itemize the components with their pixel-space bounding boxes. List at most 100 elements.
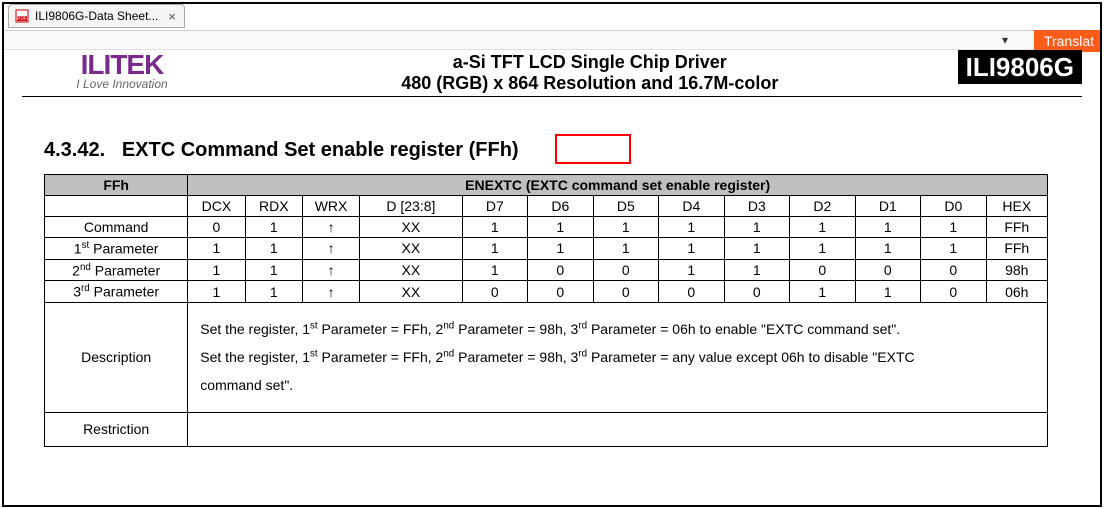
cell: 0 — [528, 281, 594, 303]
cell: ↑ — [302, 238, 359, 260]
cell: 1 — [245, 259, 302, 281]
restriction-text — [188, 412, 1048, 446]
tab-title: ILI9806G-Data Sheet... — [35, 9, 158, 23]
cell: XX — [360, 217, 462, 238]
cell: 1 — [593, 238, 659, 260]
cell: 1 — [855, 281, 921, 303]
title-line-1: a-Si TFT LCD Single Chip Driver — [222, 52, 958, 73]
cell: 1 — [188, 238, 245, 260]
logo-subtitle: I Love Innovation — [22, 77, 222, 91]
cell: 0 — [921, 281, 987, 303]
cell: XX — [360, 259, 462, 281]
cell: 06h — [986, 281, 1047, 303]
col-dcx: DCX — [188, 196, 245, 217]
col-wrx: WRX — [302, 196, 359, 217]
cell: 1 — [724, 259, 790, 281]
cell: 0 — [659, 281, 725, 303]
cell: 0 — [855, 259, 921, 281]
table-row: 2nd Parameter 1 1 ↑ XX 1 0 0 1 1 0 0 0 9… — [45, 259, 1048, 281]
table-row: 3rd Parameter 1 1 ↑ XX 0 0 0 0 0 1 1 0 0… — [45, 281, 1048, 303]
register-table: FFh ENEXTC (EXTC command set enable regi… — [44, 174, 1048, 447]
col-d6: D6 — [528, 196, 594, 217]
cell: 0 — [462, 281, 528, 303]
window-frame: PDF ILI9806G-Data Sheet... × ▾ Translat … — [2, 2, 1102, 507]
logo-block: ILITEK I Love Innovation — [22, 52, 222, 91]
red-highlight-box — [555, 134, 631, 164]
chip-badge: ILI9806G — [958, 50, 1082, 84]
row-label: 2nd Parameter — [45, 259, 188, 281]
table-row: Command 0 1 ↑ XX 1 1 1 1 1 1 1 1 FFh — [45, 217, 1048, 238]
cell: 1 — [724, 217, 790, 238]
table-column-header: DCX RDX WRX D [23:8] D7 D6 D5 D4 D3 D2 D… — [45, 196, 1048, 217]
cell: 1 — [462, 259, 528, 281]
cell: 1 — [245, 281, 302, 303]
cell: ↑ — [302, 217, 359, 238]
cell: 0 — [921, 259, 987, 281]
cell: 1 — [724, 238, 790, 260]
doc-header: ILITEK I Love Innovation a-Si TFT LCD Si… — [22, 52, 1082, 94]
cell: XX — [360, 281, 462, 303]
cell: 0 — [188, 217, 245, 238]
cell: 1 — [921, 238, 987, 260]
pdf-icon: PDF — [15, 9, 29, 23]
title-line-2: 480 (RGB) x 864 Resolution and 16.7M-col… — [222, 73, 958, 94]
cell: FFh — [986, 217, 1047, 238]
cell: XX — [360, 238, 462, 260]
cell: 1 — [921, 217, 987, 238]
hdr-enextc: ENEXTC (EXTC command set enable register… — [188, 175, 1048, 196]
col-d4: D4 — [659, 196, 725, 217]
cell: 98h — [986, 259, 1047, 281]
browser-tab[interactable]: PDF ILI9806G-Data Sheet... × — [8, 4, 185, 28]
toolbar-dropdown[interactable]: ▾ — [1002, 33, 1008, 47]
col-d2: D2 — [790, 196, 856, 217]
logo-text: ILITEK — [22, 52, 222, 77]
col-d238: D [23:8] — [360, 196, 462, 217]
col-d5: D5 — [593, 196, 659, 217]
description-text: Set the register, 1st Parameter = FFh, 2… — [188, 302, 1048, 412]
cell: 1 — [790, 281, 856, 303]
svg-text:PDF: PDF — [17, 16, 27, 22]
col-blank — [45, 196, 188, 217]
document-area: ILITEK I Love Innovation a-Si TFT LCD Si… — [4, 52, 1100, 447]
cell: ↑ — [302, 281, 359, 303]
title-block: a-Si TFT LCD Single Chip Driver 480 (RGB… — [222, 52, 958, 94]
col-hex: HEX — [986, 196, 1047, 217]
cell: 1 — [593, 217, 659, 238]
cell: FFh — [986, 238, 1047, 260]
section-number: 4.3.42. — [44, 139, 105, 161]
table-row: 1st Parameter 1 1 ↑ XX 1 1 1 1 1 1 1 1 F… — [45, 238, 1048, 260]
cell: 1 — [659, 259, 725, 281]
col-d7: D7 — [462, 196, 528, 217]
row-label: Command — [45, 217, 188, 238]
col-d0: D0 — [921, 196, 987, 217]
cell: 1 — [188, 281, 245, 303]
section-title-a: EXTC Command Set enable register — [122, 139, 463, 161]
section-title-b: (FFh) — [463, 139, 519, 161]
description-row: Description Set the register, 1st Parame… — [45, 302, 1048, 412]
section-heading: 4.3.42. EXTC Command Set enable register… — [44, 139, 1082, 162]
cell: 1 — [855, 217, 921, 238]
cell: 1 — [659, 217, 725, 238]
chip-badge-wrap: ILI9806G — [958, 52, 1082, 83]
cell: 1 — [245, 238, 302, 260]
cell: 0 — [593, 281, 659, 303]
cell: 1 — [528, 238, 594, 260]
desc-label: Description — [45, 302, 188, 412]
hdr-ffh: FFh — [45, 175, 188, 196]
restriction-label: Restriction — [45, 412, 188, 446]
table-header-row-1: FFh ENEXTC (EXTC command set enable regi… — [45, 175, 1048, 196]
toolbar: ▾ Translat — [4, 30, 1100, 50]
close-icon[interactable]: × — [164, 9, 176, 24]
cell: 1 — [790, 217, 856, 238]
col-rdx: RDX — [245, 196, 302, 217]
cell: 1 — [462, 217, 528, 238]
cell: 1 — [855, 238, 921, 260]
header-rule — [22, 96, 1082, 97]
cell: 1 — [188, 259, 245, 281]
cell: 0 — [790, 259, 856, 281]
col-d1: D1 — [855, 196, 921, 217]
row-label: 1st Parameter — [45, 238, 188, 260]
cell: 1 — [790, 238, 856, 260]
translate-button[interactable]: Translat — [1034, 30, 1100, 52]
row-label: 3rd Parameter — [45, 281, 188, 303]
